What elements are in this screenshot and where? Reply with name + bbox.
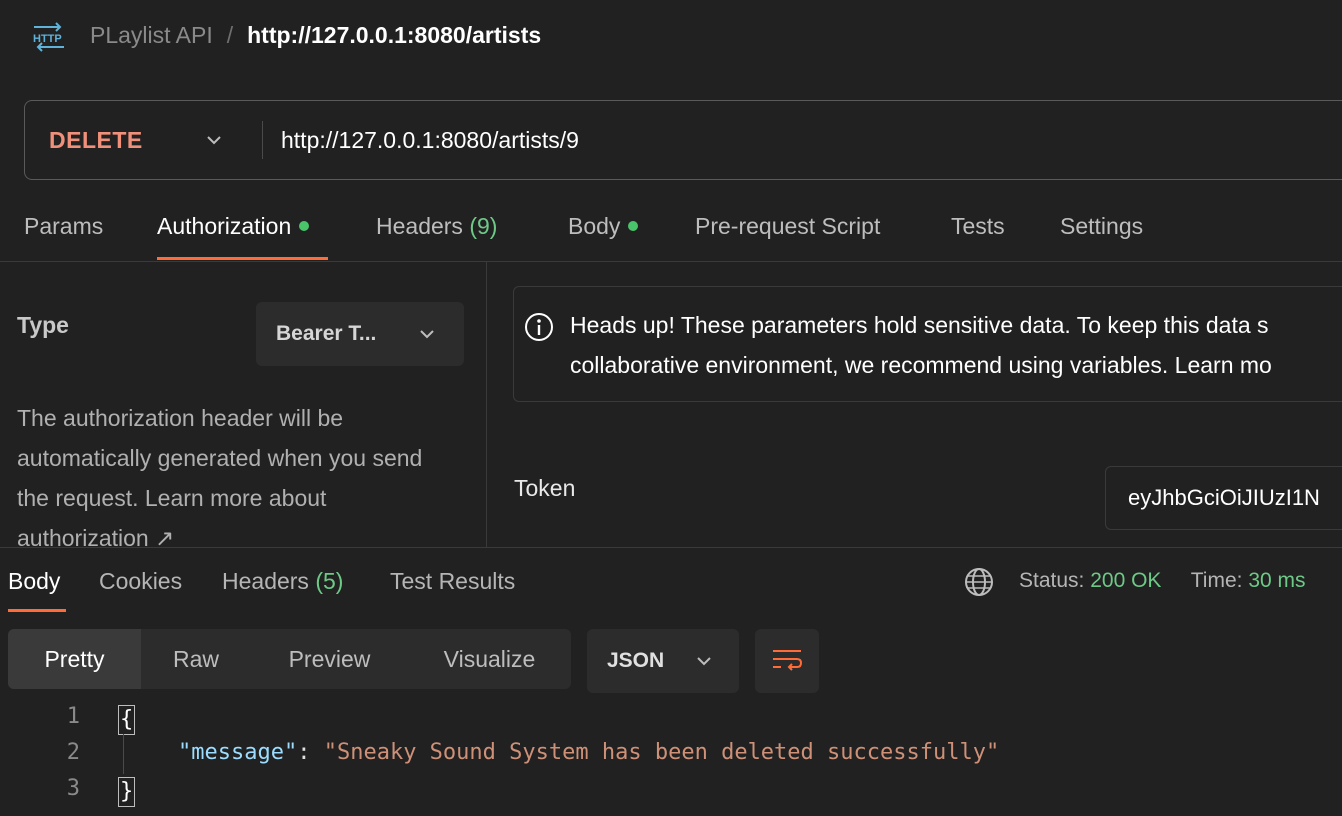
type-label: Type	[17, 312, 69, 338]
auth-type-panel: Type Bearer T... The authorization heade…	[0, 262, 487, 551]
tab-authorization[interactable]: Authorization	[157, 213, 310, 240]
view-visualize-button[interactable]: Visualize	[408, 629, 571, 689]
view-pretty-button[interactable]: Pretty	[8, 629, 141, 689]
line-number: 2	[66, 740, 80, 765]
wrap-lines-button[interactable]	[755, 629, 819, 693]
tab-body[interactable]: Body	[568, 213, 639, 240]
open-brace: {	[117, 705, 136, 735]
tab-label: Pre-request Script	[695, 213, 881, 239]
wrap-lines-icon	[773, 650, 803, 671]
tab-count: (9)	[469, 213, 498, 239]
tab-label: Body	[568, 213, 621, 239]
modified-dot	[299, 220, 310, 231]
json-colon: :	[297, 740, 324, 765]
svg-text:HTTP: HTTP	[33, 33, 62, 45]
line-number: 1	[66, 704, 80, 729]
tab-label: Headers	[222, 568, 309, 594]
modified-dot	[628, 220, 639, 231]
tab-label: Params	[24, 213, 104, 239]
status-label: Status:	[1019, 569, 1085, 592]
sensitive-data-notice: Heads up! These parameters hold sensitiv…	[513, 286, 1342, 402]
tab-label: Tests	[951, 213, 1005, 239]
auth-description: The authorization header will be automat…	[17, 398, 457, 558]
tab-label: Settings	[1060, 213, 1144, 239]
format-select[interactable]: JSON	[587, 629, 739, 693]
collection-name[interactable]: PLaylist API	[90, 22, 213, 49]
response-meta: Status: 200 OK Time: 30 ms	[1019, 569, 1306, 593]
tab-headers[interactable]: Headers (9)	[376, 213, 497, 240]
tab-pre-request-script[interactable]: Pre-request Script	[695, 213, 880, 240]
response-tabs: Body Cookies Headers (5) Test Results St…	[0, 548, 1342, 614]
tab-response-body[interactable]: Body	[8, 568, 60, 595]
code-line: 1 {	[0, 704, 1342, 740]
view-mode-group: Pretty Raw Preview Visualize	[8, 629, 571, 689]
tab-test-results[interactable]: Test Results	[390, 568, 515, 595]
tab-label: Test Results	[390, 568, 516, 594]
view-preview-button[interactable]: Preview	[251, 629, 408, 689]
request-tabs: Params Authorization Headers (9) Body Pr…	[0, 200, 1342, 262]
status-value[interactable]: 200 OK	[1090, 569, 1161, 592]
tab-cookies[interactable]: Cookies	[99, 568, 182, 595]
tab-params[interactable]: Params	[24, 213, 103, 240]
format-value: JSON	[607, 649, 665, 672]
breadcrumb: PLaylist API / http://127.0.0.1:8080/art…	[90, 22, 541, 49]
token-input[interactable]	[1105, 466, 1342, 530]
tab-settings[interactable]: Settings	[1060, 213, 1143, 240]
view-raw-button[interactable]: Raw	[141, 629, 251, 689]
tab-label: Cookies	[99, 568, 183, 594]
token-label: Token	[514, 475, 576, 501]
time-label: Time:	[1190, 569, 1243, 592]
code-line: 3 }	[0, 776, 1342, 812]
info-icon	[525, 313, 553, 341]
tab-label: Authorization	[157, 213, 292, 239]
request-name[interactable]: http://127.0.0.1:8080/artists	[247, 22, 541, 49]
notice-line: Heads up! These parameters hold sensitiv…	[570, 312, 1269, 338]
globe-icon[interactable]	[963, 566, 995, 598]
chevron-down-icon	[697, 657, 711, 666]
code-line: 2 "message": "Sneaky Sound System has be…	[0, 740, 1342, 776]
auth-type-select[interactable]: Bearer T...	[256, 302, 464, 366]
breadcrumb-separator: /	[226, 22, 234, 48]
line-number: 3	[66, 776, 80, 801]
json-key: "message"	[178, 740, 298, 765]
tab-tests[interactable]: Tests	[951, 213, 1005, 240]
tab-count: (5)	[315, 568, 344, 594]
auth-description-text: The authorization header will be automat…	[17, 405, 423, 511]
response-body-viewer[interactable]: 1 { 2 "message": "Sneaky Sound System ha…	[0, 700, 1342, 816]
chevron-down-icon	[420, 330, 434, 339]
auth-type-value: Bearer T...	[276, 322, 377, 345]
http-icon: HTTP	[33, 22, 64, 52]
close-brace: }	[117, 777, 136, 807]
url-input[interactable]	[281, 123, 1181, 157]
url-divider	[262, 121, 263, 159]
url-bar: DELETE	[24, 100, 1342, 180]
method-selector[interactable]: DELETE	[49, 127, 143, 154]
chevron-down-icon[interactable]	[203, 129, 225, 151]
active-tab-indicator	[157, 257, 328, 260]
tab-label: Headers	[376, 213, 463, 239]
notice-text: Heads up! These parameters hold sensitiv…	[570, 305, 1342, 385]
tab-label: Body	[8, 568, 61, 594]
json-entry: "message": "Sneaky Sound System has been…	[178, 740, 999, 765]
notice-line: collaborative environment, we recommend …	[570, 352, 1272, 378]
tab-response-headers[interactable]: Headers (5)	[222, 568, 343, 595]
json-value: "Sneaky Sound System has been deleted su…	[323, 740, 1000, 765]
active-tab-indicator	[8, 609, 66, 612]
time-value[interactable]: 30 ms	[1248, 569, 1305, 592]
